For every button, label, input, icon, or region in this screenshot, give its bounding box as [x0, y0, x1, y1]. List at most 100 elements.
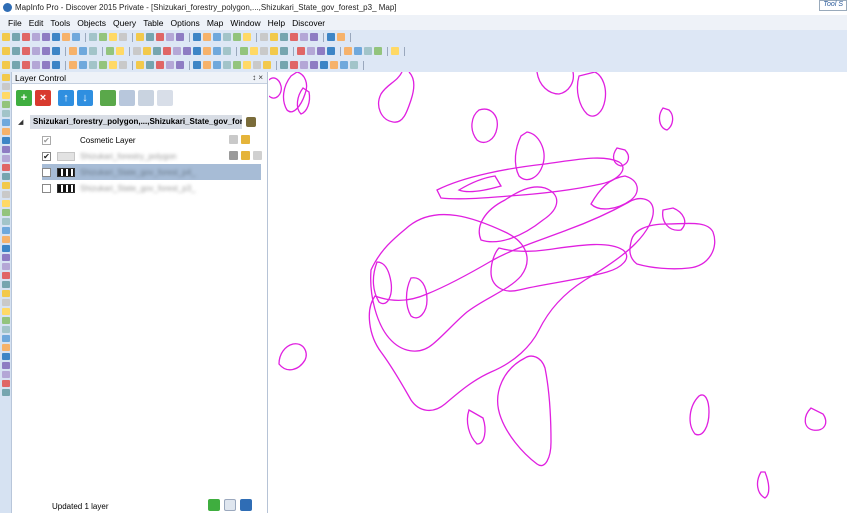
toolbar-button[interactable]	[42, 33, 50, 41]
toolbar-button[interactable]	[290, 61, 298, 69]
refresh-button[interactable]	[119, 90, 135, 106]
map-tool-button[interactable]	[2, 236, 10, 243]
collapse-arrow-icon[interactable]: ◢	[18, 118, 30, 126]
map-tool-button[interactable]	[2, 353, 10, 360]
map-tool-button[interactable]	[2, 92, 10, 99]
toolbar-button[interactable]	[350, 61, 358, 69]
forestry-polygon[interactable]	[368, 197, 654, 411]
toolbar-button[interactable]	[203, 33, 211, 41]
map-tool-button[interactable]	[2, 335, 10, 342]
toolbar-button[interactable]	[233, 61, 241, 69]
map-tool-button[interactable]	[2, 317, 10, 324]
toolbar-button[interactable]	[340, 61, 348, 69]
map-tool-button[interactable]	[2, 389, 10, 396]
toolbar-button[interactable]	[280, 47, 288, 55]
forestry-polygon[interactable]	[662, 207, 686, 231]
toolbar-button[interactable]	[270, 33, 278, 41]
toolbar-button[interactable]	[153, 47, 161, 55]
menu-options[interactable]: Options	[171, 18, 200, 28]
toolbar-button[interactable]	[263, 61, 271, 69]
toolbar-button[interactable]	[146, 33, 154, 41]
forestry-polygon[interactable]	[282, 71, 308, 113]
map-tool-button[interactable]	[2, 272, 10, 279]
map-tool-button[interactable]	[2, 254, 10, 261]
toolbar-button[interactable]	[374, 47, 382, 55]
map-tool-button[interactable]	[2, 173, 10, 180]
toolbar-button[interactable]	[166, 33, 174, 41]
toolbar-button[interactable]	[327, 33, 335, 41]
map-tool-button[interactable]	[2, 308, 10, 315]
toolbar-button[interactable]	[297, 47, 305, 55]
toolbar-button[interactable]	[243, 33, 251, 41]
toolbar-button[interactable]	[327, 47, 335, 55]
toolbar-button[interactable]	[106, 47, 114, 55]
remove-layer-button[interactable]: ×	[35, 90, 51, 106]
forestry-polygon[interactable]	[689, 394, 710, 436]
forestry-polygon[interactable]	[471, 108, 498, 143]
menu-help[interactable]: Help	[268, 18, 285, 28]
map-tool-button[interactable]	[2, 371, 10, 378]
toolbar-button[interactable]	[260, 47, 268, 55]
toolbar-button[interactable]	[52, 47, 60, 55]
toolbar-button[interactable]	[69, 61, 77, 69]
forestry-polygon[interactable]	[296, 87, 311, 115]
toolbar-button[interactable]	[2, 61, 10, 69]
options-button[interactable]	[224, 499, 236, 511]
toolbar-button[interactable]	[176, 61, 184, 69]
toolbar-button[interactable]	[89, 33, 97, 41]
forestry-polygon[interactable]	[514, 131, 545, 181]
toolbar-button[interactable]	[320, 61, 328, 69]
forestry-polygon[interactable]	[278, 343, 307, 371]
map-options-icon[interactable]	[246, 117, 256, 127]
menu-query[interactable]: Query	[113, 18, 136, 28]
layer-properties-button[interactable]	[100, 90, 116, 106]
map-tool-button[interactable]	[2, 164, 10, 171]
forestry-polygon[interactable]	[804, 407, 827, 431]
map-tool-button[interactable]	[2, 137, 10, 144]
toolbar-button[interactable]	[22, 61, 30, 69]
edit-button[interactable]	[157, 90, 173, 106]
toolbar-button[interactable]	[133, 47, 141, 55]
map-tool-button[interactable]	[2, 110, 10, 117]
help-button[interactable]	[240, 499, 252, 511]
forestry-polygon[interactable]	[466, 409, 486, 445]
toolbar-button[interactable]	[62, 33, 70, 41]
add-layer-button[interactable]: +	[16, 90, 32, 106]
apply-button[interactable]	[208, 499, 220, 511]
toolbar-button[interactable]	[163, 47, 171, 55]
toolbar-button[interactable]	[233, 33, 241, 41]
forestry-polygon[interactable]	[497, 355, 552, 467]
toolbar-button[interactable]	[213, 47, 221, 55]
map-tool-button[interactable]	[2, 218, 10, 225]
menu-map[interactable]: Map	[207, 18, 224, 28]
menu-edit[interactable]: Edit	[29, 18, 44, 28]
map-tool-button[interactable]	[2, 200, 10, 207]
toolbar-button[interactable]	[391, 47, 399, 55]
toolbar-button[interactable]	[119, 61, 127, 69]
toolbar-button[interactable]	[203, 61, 211, 69]
map-tool-button[interactable]	[2, 146, 10, 153]
toolbar-button[interactable]	[32, 61, 40, 69]
toolbar-button[interactable]	[280, 33, 288, 41]
map-tool-button[interactable]	[2, 74, 10, 81]
toolbar-button[interactable]	[193, 47, 201, 55]
toolbar-button[interactable]	[300, 33, 308, 41]
forestry-polygon[interactable]	[576, 71, 607, 117]
toolbar-button[interactable]	[290, 33, 298, 41]
toolbar-button[interactable]	[109, 61, 117, 69]
toolbar-button[interactable]	[99, 61, 107, 69]
toolbar-button[interactable]	[307, 47, 315, 55]
forestry-polygon[interactable]	[658, 107, 674, 131]
toolbar-button[interactable]	[310, 33, 318, 41]
toolbar-button[interactable]	[260, 33, 268, 41]
p3-visibility-checkbox[interactable]	[42, 183, 51, 193]
toolbar-button[interactable]	[119, 33, 127, 41]
menu-table[interactable]: Table	[143, 18, 163, 28]
map-tool-button[interactable]	[2, 191, 10, 198]
toolbar-button[interactable]	[337, 33, 345, 41]
toolbar-button[interactable]	[156, 33, 164, 41]
map-tool-button[interactable]	[2, 380, 10, 387]
forestry-polygon[interactable]	[436, 157, 624, 200]
toolbar-button[interactable]	[300, 61, 308, 69]
toolbar-button[interactable]	[317, 47, 325, 55]
